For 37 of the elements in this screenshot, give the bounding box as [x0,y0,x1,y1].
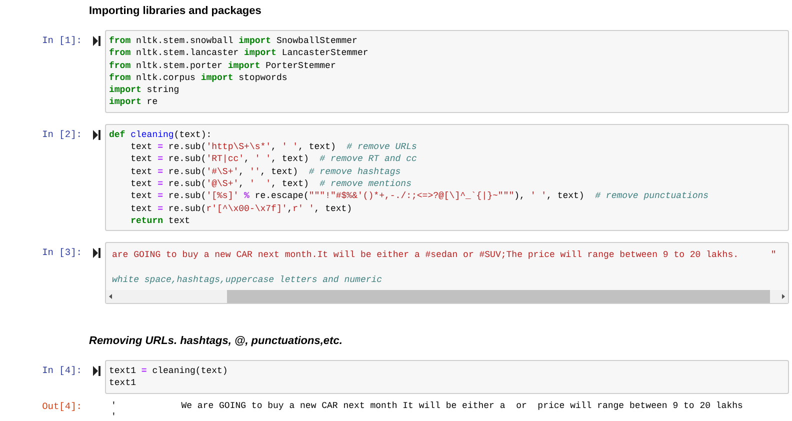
code-line: text = re.sub('[%s]' % re.escape("""!"#$%&'()*+,-./:;<=>?@[\]^_`{|}~"""), ' ', text) # remove punctuations [130,190,709,203]
code-cell[interactable]: text1 = cleaning(text) text1 [105,360,789,394]
code-line: text = re.sub('@\S+', ' ', text) # remove mentions [130,178,412,190]
output-text: ' [111,412,116,421]
run-icon[interactable] [93,130,101,140]
code-line: white space,hashtags,uppercase letters and numeric [111,274,382,286]
code-line: from nltk.stem.porter import PorterStemmer [108,60,336,72]
code-line: from nltk.stem.snowball import SnowballStemmer [108,35,358,48]
output-prompt: Out[4]: [41,400,82,413]
code-line: text1 [108,377,136,390]
code-line: text = re.sub('http\S+\s*', ' ', text) # remove URLs [130,141,417,154]
run-icon[interactable] [93,366,101,376]
code-line: from nltk.stem.lancaster import LancasterStemmer [108,47,368,60]
run-icon[interactable] [93,36,101,46]
code-cell[interactable]: are GOING to buy a new CAR next month.It will be either a #sedan or #SUV;The price will range between 9 to 20 lakhs. " white space,hashtags,uppercase letters and numeric [105,242,789,304]
code-line: text = re.sub('RT|cc', ' ', text) # remove RT and cc [130,153,417,166]
code-line: are GOING to buy a new CAR next month.It will be either a #sedan or #SUV;The price will range between 9 to 20 lakhs. " [111,249,776,262]
code-line: import string [108,84,180,96]
code-line: text1 = cleaning(text) [108,365,228,378]
code-cell[interactable] [105,124,789,232]
scrollbar-thumb[interactable] [227,290,770,304]
cell-prompt: In [3]: [41,246,82,260]
code-line: return text [130,214,190,228]
code-line: def cleaning(text): [108,128,212,142]
code-line: text = re.sub(r'[^\x00-\x7f]',r' ', text) [130,202,352,215]
section-heading: Importing libraries and packages [89,5,262,18]
code-line: text = re.sub('#\S+', '', text) # remove hashtags [130,166,401,178]
code-line: from nltk.corpus import stopwords [108,72,288,84]
cell-prompt: In [1]: [41,34,82,47]
cell-prompt: In [4]: [41,364,82,378]
code-line: import re [108,96,158,109]
horizontal-scrollbar[interactable] [106,290,788,304]
section-heading: Removing URLs. hashtags, @, punctuations,etc. [89,335,342,348]
run-icon[interactable] [93,248,101,258]
output-text: ' We are GOING to buy a new CAR next month It will be either a or price will range between 9 to 20 lakhs [111,400,743,412]
cell-prompt: In [2]: [41,128,82,141]
code-cell[interactable]: from nltk.stem.snowball import SnowballStemmer from nltk.stem.lancaster import LancasterStemmer from nltk.stem.porter import PorterStemmer from nltk.corpus import stopwords import string import re [105,30,789,113]
